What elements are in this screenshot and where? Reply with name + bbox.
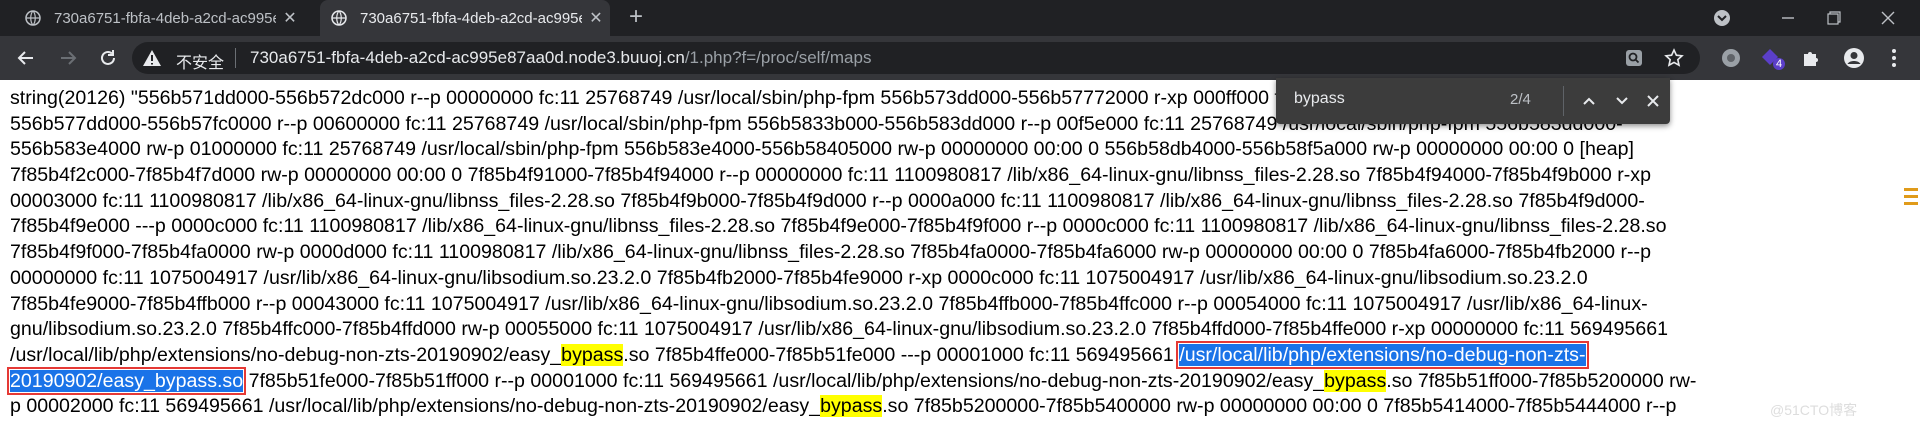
text-line: 7f85b4f2c000-7f85b4f7d000 rw-p 00000000 …: [10, 164, 1651, 187]
browser-toolbar: 不安全 730a6751-fbfa-4deb-a2cd-ac995e87aa0d…: [0, 36, 1920, 80]
reload-icon[interactable]: [94, 44, 122, 72]
find-in-page-icon[interactable]: [1620, 44, 1648, 72]
address-divider: [235, 48, 236, 68]
find-next-icon[interactable]: [1609, 88, 1635, 114]
find-match-count: 2/4: [1510, 91, 1531, 108]
find-input[interactable]: bypass: [1294, 90, 1345, 108]
extension-badge-icon[interactable]: 4: [1757, 44, 1786, 72]
new-tab-button[interactable]: +: [622, 4, 650, 32]
url-path: /1.php?f=/proc/self/maps: [684, 48, 872, 67]
find-divider: [1563, 86, 1564, 116]
globe-icon: [24, 9, 42, 27]
url-text[interactable]: 730a6751-fbfa-4deb-a2cd-ac995e87aa0d.nod…: [250, 48, 871, 68]
active-find-match: /usr/local/lib/php/extensions/no-debug-n…: [1176, 340, 1589, 369]
menu-kebab-icon[interactable]: [1880, 44, 1908, 72]
address-bar[interactable]: 不安全 730a6751-fbfa-4deb-a2cd-ac995e87aa0d…: [132, 42, 1700, 74]
text-segment: .so 7f85b4ffe000-7f85b51fe000 ---p 00001…: [623, 343, 1180, 366]
globe-icon: [330, 9, 348, 27]
tab-1[interactable]: 730a6751-fbfa-4deb-a2cd-ac995e87aa0d ✕: [14, 0, 304, 36]
find-match-highlight: bypass: [820, 395, 883, 418]
find-bar: bypass 2/4: [1276, 78, 1670, 124]
scroll-marker: [1904, 188, 1918, 191]
watermark: @51CTO博客: [1770, 402, 1858, 418]
extension-badge-count: 4: [1773, 58, 1786, 70]
text-line: /usr/local/lib/php/extensions/no-debug-n…: [10, 340, 1890, 369]
scroll-marker: [1904, 195, 1918, 198]
text-segment: 7f85b51fe000-7f85b51ff000 r--p 00001000 …: [243, 369, 1325, 392]
tab-2-title: 730a6751-fbfa-4deb-a2cd-ac995e87aa0d: [360, 9, 582, 27]
find-close-icon[interactable]: [1640, 88, 1666, 114]
profile-avatar-icon[interactable]: [1840, 44, 1868, 72]
close-window-icon[interactable]: [1866, 0, 1910, 36]
bookmark-star-icon[interactable]: [1660, 44, 1688, 72]
forward-icon[interactable]: [54, 44, 82, 72]
url-host: 730a6751-fbfa-4deb-a2cd-ac995e87aa0d.nod…: [250, 48, 685, 67]
text-line: 7f85b4f9e000 ---p 0000c000 fc:11 1100980…: [10, 215, 1667, 238]
text-segment: .so 7f85b5200000-7f85b5400000 rw-p 00000…: [882, 395, 1677, 418]
text-line: 20190902/easy_bypass.so 7f85b51fe000-7f8…: [6, 366, 1890, 395]
page-content: string(20126) "556b571dd000-556b572dc000…: [6, 86, 1890, 420]
text-line: 00000000 fc:11 1075004917 /usr/lib/x86_6…: [10, 266, 1588, 289]
scrollbar-match-markers[interactable]: [1904, 188, 1918, 209]
warning-icon[interactable]: [142, 49, 162, 67]
scroll-marker: [1904, 202, 1918, 205]
active-find-match: 20190902/easy_bypass.so: [6, 366, 247, 395]
tab-1-title: 730a6751-fbfa-4deb-a2cd-ac995e87aa0d: [54, 9, 276, 27]
text-segment: p 00002000 fc:11 569495661 /usr/local/li…: [10, 395, 821, 418]
restore-icon[interactable]: [1812, 0, 1856, 36]
puzzle-icon[interactable]: [1797, 44, 1825, 72]
extension-icon[interactable]: [1717, 44, 1745, 72]
back-icon[interactable]: [12, 44, 40, 72]
not-secure-label[interactable]: 不安全: [176, 49, 224, 73]
tab-search-icon[interactable]: [1700, 0, 1744, 36]
text-segment: /usr/local/lib/php/extensions/no-debug-n…: [10, 343, 562, 366]
find-match-highlight: bypass: [1324, 369, 1387, 392]
find-previous-icon[interactable]: [1576, 88, 1602, 114]
text-segment: .so 7f85b51ff000-7f85b5200000 rw-: [1386, 369, 1697, 392]
find-match-highlight: bypass: [561, 343, 624, 366]
text-line: p 00002000 fc:11 569495661 /usr/local/li…: [10, 394, 1890, 420]
text-line: 00003000 fc:11 1100980817 /lib/x86_64-li…: [10, 189, 1645, 212]
tab-strip: 730a6751-fbfa-4deb-a2cd-ac995e87aa0d ✕ 7…: [0, 0, 1920, 36]
text-line: 7f85b4f9f000-7f85b4fa0000 rw-p 0000d000 …: [10, 241, 1651, 264]
text-line: 556b583e4000 rw-p 01000000 fc:11 2576874…: [10, 138, 1634, 161]
tab-2-close-icon[interactable]: ✕: [582, 8, 610, 28]
text-line: 7f85b4fe9000-7f85b4ffb000 r--p 00043000 …: [10, 292, 1648, 315]
tab-1-close-icon[interactable]: ✕: [276, 8, 304, 28]
text-line: gnu/libsodium.so.23.2.0 7f85b4ffc000-7f8…: [10, 318, 1669, 341]
tab-2[interactable]: 730a6751-fbfa-4deb-a2cd-ac995e87aa0d ✕: [320, 0, 610, 36]
minimize-icon[interactable]: [1766, 0, 1810, 36]
